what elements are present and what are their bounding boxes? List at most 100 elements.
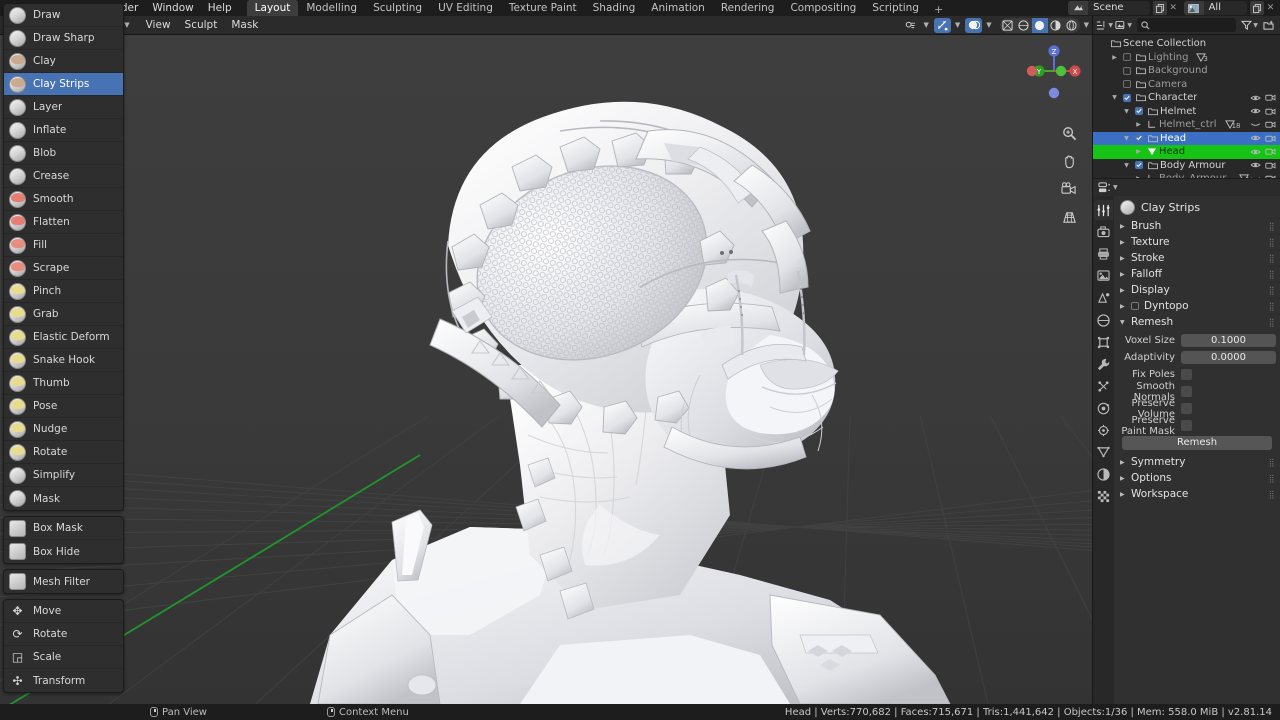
- field-value[interactable]: 0.1000: [1181, 334, 1276, 347]
- checkbox-icon[interactable]: [1181, 403, 1192, 414]
- row-checkbox[interactable]: [1120, 80, 1133, 89]
- tool-layer[interactable]: Layer: [4, 96, 123, 119]
- outliner-row[interactable]: Camera: [1093, 78, 1280, 92]
- checkbox-icon[interactable]: [1134, 134, 1143, 143]
- tool-elastic-deform[interactable]: Elastic Deform: [4, 326, 123, 349]
- disclosure-triangle-icon[interactable]: ▼: [1121, 135, 1132, 142]
- eye-icon[interactable]: [1250, 133, 1261, 144]
- workspace-tab-shading[interactable]: Shading: [585, 0, 644, 16]
- tool-crease[interactable]: Crease: [4, 165, 123, 188]
- outliner-search-field[interactable]: [1150, 19, 1236, 31]
- disclosure-triangle-icon[interactable]: ▶: [1133, 121, 1144, 128]
- panel-enable-checkbox[interactable]: [1131, 302, 1139, 310]
- checkbox-wrap[interactable]: [1181, 369, 1276, 380]
- tool-tab[interactable]: [1094, 200, 1113, 220]
- checkbox-icon[interactable]: [1122, 66, 1131, 75]
- tool-move[interactable]: ✥ Move: [4, 600, 123, 623]
- filter-funnel-icon[interactable]: ▼: [1241, 18, 1258, 33]
- tool-simplify[interactable]: Simplify: [4, 464, 123, 487]
- tool-inflate[interactable]: Inflate: [4, 119, 123, 142]
- pan-hand-icon[interactable]: [1059, 151, 1079, 171]
- checkbox-wrap[interactable]: [1181, 403, 1276, 414]
- panel-header-texture[interactable]: ▶ Texture ⣿: [1114, 234, 1280, 250]
- tool-box-hide[interactable]: Box Hide: [4, 540, 123, 563]
- material-preview-shading[interactable]: [1031, 17, 1048, 33]
- tool-snake-hook[interactable]: Snake Hook: [4, 349, 123, 372]
- solid-shading[interactable]: [1016, 18, 1032, 33]
- tool-rotate[interactable]: ⟳ Rotate: [4, 623, 123, 646]
- eye-closed-icon[interactable]: [1250, 119, 1261, 130]
- panel-header-remesh[interactable]: ▼ Remesh ⣿: [1114, 314, 1280, 330]
- workspace-tab-scripting[interactable]: Scripting: [864, 0, 927, 16]
- checkbox-icon[interactable]: [1122, 93, 1131, 102]
- outliner-search-input[interactable]: [1137, 18, 1236, 32]
- disclosure-triangle-icon[interactable]: ▼: [1121, 108, 1132, 115]
- tool-draw[interactable]: Draw: [4, 4, 123, 27]
- workspace-tab-sculpting[interactable]: Sculpting: [365, 0, 430, 16]
- scene-tab[interactable]: [1094, 288, 1113, 308]
- data-tab[interactable]: [1094, 442, 1113, 462]
- camera-render-icon[interactable]: [1265, 133, 1276, 144]
- viewport-menu-mask[interactable]: Mask: [224, 17, 265, 33]
- eye-icon[interactable]: [1250, 92, 1261, 103]
- panel-header-dyntopo[interactable]: ▶ Dyntopo ⣿: [1114, 298, 1280, 314]
- tool-flatten[interactable]: Flatten: [4, 211, 123, 234]
- new-collection-icon[interactable]: [1260, 18, 1277, 33]
- top-menu-help[interactable]: Help: [201, 0, 239, 16]
- checkbox-icon[interactable]: [1181, 369, 1192, 380]
- checkbox-icon[interactable]: [1122, 80, 1131, 89]
- panel-header-workspace[interactable]: ▶ Workspace ⣿: [1114, 486, 1280, 502]
- tool-clay-strips[interactable]: Clay Strips: [4, 73, 123, 96]
- camera-render-icon[interactable]: [1265, 146, 1276, 157]
- new-view-layer-button[interactable]: [1250, 1, 1264, 15]
- row-checkbox[interactable]: [1120, 93, 1133, 102]
- rendered-shading[interactable]: [1048, 18, 1064, 33]
- row-checkbox[interactable]: [1120, 66, 1133, 75]
- navigation-gizmo[interactable]: Z X Y: [1023, 40, 1085, 102]
- visibility-icon[interactable]: [902, 18, 919, 33]
- tool-grab[interactable]: Grab: [4, 303, 123, 326]
- eye-icon[interactable]: [1250, 160, 1261, 171]
- outliner-row[interactable]: ▼ Helmet: [1093, 105, 1280, 119]
- disclosure-triangle-icon[interactable]: ▼: [1109, 94, 1120, 101]
- checkbox-wrap[interactable]: [1181, 386, 1276, 397]
- disclosure-triangle-icon[interactable]: ▼: [1121, 162, 1132, 169]
- workspace-tab-animation[interactable]: Animation: [643, 0, 713, 16]
- world-tab[interactable]: [1094, 310, 1113, 330]
- camera-render-icon[interactable]: [1265, 160, 1276, 171]
- tool-scale[interactable]: ◲ Scale: [4, 646, 123, 669]
- checkbox-icon[interactable]: [1181, 386, 1192, 397]
- field-value[interactable]: 0.0000: [1181, 351, 1276, 364]
- tool-fill[interactable]: Fill: [4, 234, 123, 257]
- panel-header-brush[interactable]: ▶ Brush ⣿: [1114, 218, 1280, 234]
- workspace-tab-uv-editing[interactable]: UV Editing: [430, 0, 501, 16]
- panel-header-symmetry[interactable]: ▶ Symmetry ⣿: [1114, 454, 1280, 470]
- output-tab[interactable]: [1094, 244, 1113, 264]
- workspace-tab-texture-paint[interactable]: Texture Paint: [501, 0, 585, 16]
- workspace-tab-layout[interactable]: Layout: [246, 0, 299, 16]
- eye-icon[interactable]: [1250, 146, 1261, 157]
- tool-smooth[interactable]: Smooth: [4, 188, 123, 211]
- camera-render-icon[interactable]: [1265, 106, 1276, 117]
- tool-transform[interactable]: ✣ Transform: [4, 669, 123, 692]
- particles-tab[interactable]: [1094, 376, 1113, 396]
- toggle-perspective-icon[interactable]: [1059, 207, 1079, 227]
- outliner-filter-icon[interactable]: ▼: [1098, 181, 1118, 194]
- outliner-row[interactable]: ▶ Head: [1093, 145, 1280, 159]
- tool-clay[interactable]: Clay: [4, 50, 123, 73]
- gizmo-icon[interactable]: [933, 17, 951, 33]
- row-checkbox[interactable]: [1132, 107, 1145, 116]
- row-checkbox[interactable]: [1120, 53, 1133, 62]
- zoom-icon[interactable]: [1059, 123, 1079, 143]
- workspace-tab-compositing[interactable]: Compositing: [782, 0, 864, 16]
- outliner-row[interactable]: ▼ Head: [1093, 131, 1280, 145]
- remove-view-layer-button[interactable]: ✕: [1264, 1, 1277, 15]
- shading-options[interactable]: [1064, 18, 1080, 33]
- viewport-menu-view[interactable]: View: [139, 17, 178, 33]
- remove-scene-button[interactable]: ✕: [1167, 1, 1180, 15]
- checkbox-icon[interactable]: [1134, 161, 1143, 170]
- top-menu-window[interactable]: Window: [145, 0, 200, 16]
- tool-scrape[interactable]: Scrape: [4, 257, 123, 280]
- panel-header-falloff[interactable]: ▶ Falloff ⣿: [1114, 266, 1280, 282]
- tool-pinch[interactable]: Pinch: [4, 280, 123, 303]
